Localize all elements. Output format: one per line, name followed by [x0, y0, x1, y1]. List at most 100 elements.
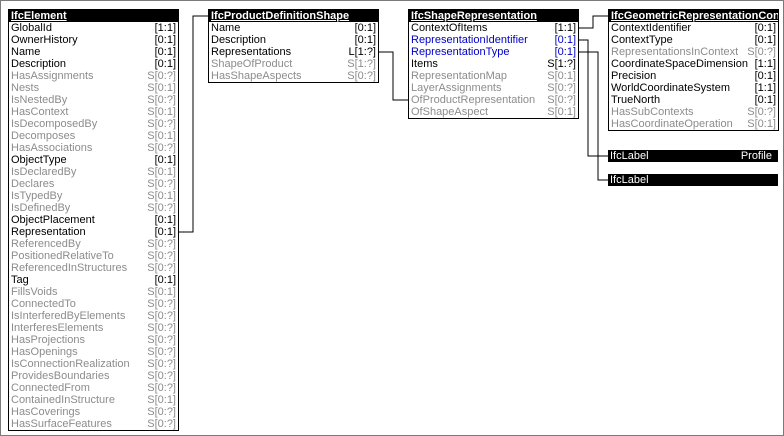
- attribute-cardinality: [0:1]: [152, 226, 176, 238]
- attribute-row[interactable]: Decomposes S[0:1]: [9, 130, 178, 142]
- attribute-row[interactable]: Items S[1:?]: [409, 58, 578, 70]
- entity-ifc-geometric-representation-context[interactable]: IfcGeometricRepresentationContext Contex…: [608, 9, 779, 131]
- attribute-row[interactable]: ContextIdentifier [0:1]: [609, 22, 778, 34]
- attribute-row[interactable]: LayerAssignments S[0:?]: [409, 82, 578, 94]
- attribute-row[interactable]: ConnectedFrom S[0:?]: [9, 382, 178, 394]
- attribute-row[interactable]: ProvidesBoundaries S[0:?]: [9, 370, 178, 382]
- attribute-row[interactable]: HasCoordinateOperation S[0:1]: [609, 118, 778, 130]
- attribute-name: OfProductRepresentation: [411, 94, 536, 106]
- attribute-name: Name: [211, 22, 241, 34]
- attribute-row[interactable]: ContextOfItems [1:1]: [409, 22, 578, 34]
- attribute-cardinality: S[0:?]: [145, 94, 176, 106]
- attribute-row[interactable]: ObjectPlacement [0:1]: [9, 214, 178, 226]
- attribute-row[interactable]: Representation [0:1]: [9, 226, 178, 238]
- attribute-row[interactable]: InterferesElements S[0:?]: [9, 322, 178, 334]
- attribute-name: LayerAssignments: [411, 82, 502, 94]
- attribute-row[interactable]: Name [0:1]: [9, 46, 178, 58]
- attribute-name: Representation: [11, 226, 86, 238]
- attribute-row[interactable]: OfShapeAspect S[0:1]: [409, 106, 578, 118]
- attribute-row[interactable]: HasContext S[0:1]: [9, 106, 178, 118]
- attribute-name: HasShapeAspects: [211, 70, 302, 82]
- attribute-cardinality: S[0:?]: [145, 346, 176, 358]
- attribute-row[interactable]: Tag [0:1]: [9, 274, 178, 286]
- attribute-row[interactable]: HasProjections S[0:?]: [9, 334, 178, 346]
- attribute-row[interactable]: HasSubContexts S[0:?]: [609, 106, 778, 118]
- attribute-row[interactable]: Name [0:1]: [209, 22, 378, 34]
- attribute-cardinality: [0:1]: [752, 34, 776, 46]
- attribute-row[interactable]: HasOpenings S[0:?]: [9, 346, 178, 358]
- attribute-row[interactable]: CoordinateSpaceDimension [1:1]: [609, 58, 778, 70]
- attribute-name: ObjectType: [11, 154, 67, 166]
- attribute-row[interactable]: FillsVoids S[0:1]: [9, 286, 178, 298]
- attribute-row[interactable]: RepresentationIdentifier [0:1]: [409, 34, 578, 46]
- attribute-row[interactable]: GlobalId [1:1]: [9, 22, 178, 34]
- attribute-row[interactable]: Description [0:1]: [9, 58, 178, 70]
- attribute-row[interactable]: IsInterferedByElements S[0:?]: [9, 310, 178, 322]
- entity-ifc-shape-representation[interactable]: IfcShapeRepresentation ContextOfItems [1:…: [408, 9, 579, 119]
- attribute-row[interactable]: IsDeclaredBy S[0:1]: [9, 166, 178, 178]
- attribute-row[interactable]: HasCoverings S[0:?]: [9, 406, 178, 418]
- attribute-row[interactable]: ReferencedBy S[0:?]: [9, 238, 178, 250]
- attribute-row[interactable]: OfProductRepresentation S[0:?]: [409, 94, 578, 106]
- attribute-row[interactable]: Nests S[0:1]: [9, 82, 178, 94]
- attribute-cardinality: S[0:1]: [145, 82, 176, 94]
- attribute-name: ContextIdentifier: [611, 22, 692, 34]
- attribute-row[interactable]: Precision [0:1]: [609, 70, 778, 82]
- entity-title: IfcGeometricRepresentationContext: [609, 10, 778, 22]
- attribute-row[interactable]: RepresentationMap S[0:1]: [409, 70, 578, 82]
- attribute-row[interactable]: Declares S[0:?]: [9, 178, 178, 190]
- ifclabel-representation-identifier[interactable]: IfcLabel Profile: [608, 150, 778, 162]
- attribute-name: PositionedRelativeTo: [11, 250, 114, 262]
- attribute-row[interactable]: RepresentationType [0:1]: [409, 46, 578, 58]
- attribute-cardinality: [0:1]: [152, 274, 176, 286]
- attribute-cardinality: S[0:?]: [345, 70, 376, 82]
- attribute-name: RepresentationMap: [411, 70, 508, 82]
- connector-representation: [178, 15, 208, 233]
- attribute-row[interactable]: IsTypedBy S[0:1]: [9, 190, 178, 202]
- attribute-cardinality: S[0:1]: [545, 106, 576, 118]
- entity-ifc-element[interactable]: IfcElement GlobalId [1:1] OwnerHistory [0:1…: [8, 9, 179, 431]
- attribute-row[interactable]: Description [0:1]: [209, 34, 378, 46]
- attribute-cardinality: S[0:?]: [145, 202, 176, 214]
- attribute-row[interactable]: WorldCoordinateSystem [1:1]: [609, 82, 778, 94]
- attribute-name: ObjectPlacement: [11, 214, 95, 226]
- attribute-row[interactable]: TrueNorth [0:1]: [609, 94, 778, 106]
- label-value: Profile: [740, 150, 772, 162]
- attribute-cardinality: S[0:1]: [145, 394, 176, 406]
- entity-ifc-product-definition-shape[interactable]: IfcProductDefinitionShape Name [0:1] Descr…: [208, 9, 379, 83]
- attribute-cardinality: [0:1]: [752, 22, 776, 34]
- attribute-row[interactable]: ObjectType [0:1]: [9, 154, 178, 166]
- attribute-row[interactable]: ConnectedTo S[0:?]: [9, 298, 178, 310]
- diagram-canvas: IfcElement GlobalId [1:1] OwnerHistory [0:1…: [0, 0, 784, 436]
- attribute-name: HasAssociations: [11, 142, 93, 154]
- attribute-row[interactable]: IsDefinedBy S[0:?]: [9, 202, 178, 214]
- attribute-row[interactable]: Representations L[1:?]: [209, 46, 378, 58]
- connector-representation-identifier: [578, 39, 608, 157]
- attribute-cardinality: S[0:?]: [145, 418, 176, 430]
- attribute-cardinality: [0:1]: [152, 46, 176, 58]
- attribute-row[interactable]: HasSurfaceFeatures S[0:?]: [9, 418, 178, 430]
- attribute-row[interactable]: HasAssociations S[0:?]: [9, 142, 178, 154]
- attribute-row[interactable]: IsDecomposedBy S[0:?]: [9, 118, 178, 130]
- attribute-row[interactable]: RepresentationsInContext S[0:?]: [609, 46, 778, 58]
- attribute-row[interactable]: HasAssignments S[0:?]: [9, 70, 178, 82]
- attribute-row[interactable]: HasShapeAspects S[0:?]: [209, 70, 378, 82]
- attribute-row[interactable]: ShapeOfProduct S[1:?]: [209, 58, 378, 70]
- ifclabel-representation-type[interactable]: IfcLabel: [608, 174, 778, 186]
- attribute-row[interactable]: ReferencedInStructures S[0:?]: [9, 262, 178, 274]
- attribute-cardinality: S[0:?]: [145, 238, 176, 250]
- attribute-name: HasAssignments: [11, 70, 94, 82]
- attribute-row[interactable]: IsNestedBy S[0:?]: [9, 94, 178, 106]
- attribute-row[interactable]: ContextType [0:1]: [609, 34, 778, 46]
- attribute-cardinality: S[0:1]: [145, 190, 176, 202]
- attribute-cardinality: S[0:?]: [145, 322, 176, 334]
- attribute-name: ContextOfItems: [411, 22, 488, 34]
- attribute-cardinality: [0:1]: [152, 58, 176, 70]
- attribute-name: Name: [11, 46, 41, 58]
- attribute-name: Description: [211, 34, 267, 46]
- attribute-row[interactable]: OwnerHistory [0:1]: [9, 34, 178, 46]
- attribute-name: Nests: [11, 82, 40, 94]
- attribute-row[interactable]: PositionedRelativeTo S[0:?]: [9, 250, 178, 262]
- attribute-row[interactable]: ContainedInStructure S[0:1]: [9, 394, 178, 406]
- attribute-row[interactable]: IsConnectionRealization S[0:?]: [9, 358, 178, 370]
